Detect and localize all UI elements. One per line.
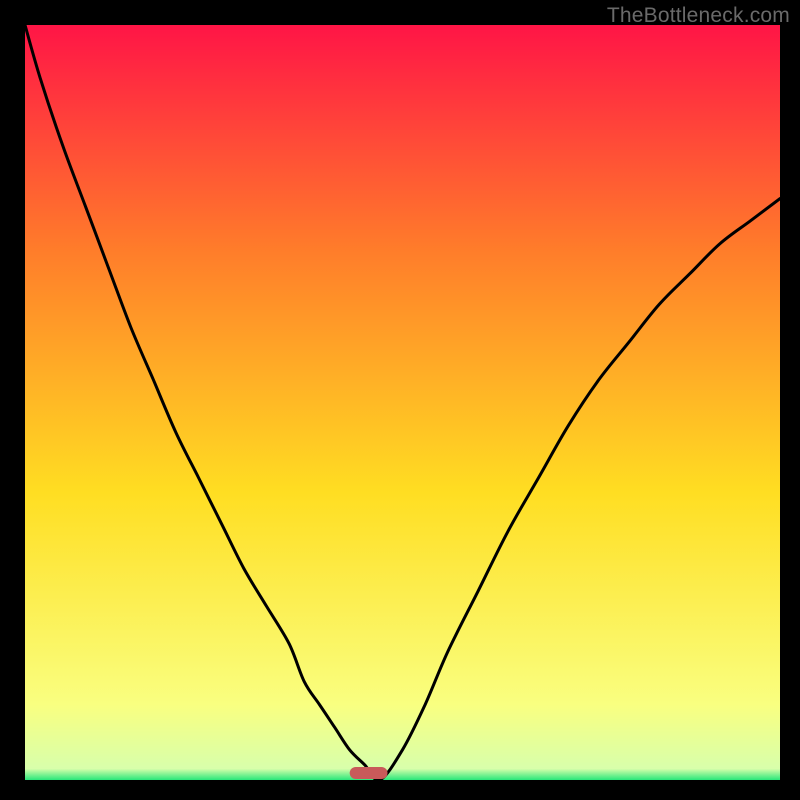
plot-svg bbox=[25, 25, 780, 780]
watermark-text: TheBottleneck.com bbox=[607, 4, 790, 28]
chart-frame: TheBottleneck.com bbox=[0, 0, 800, 800]
gradient-background bbox=[25, 25, 780, 780]
plot-area bbox=[25, 25, 780, 780]
minimum-marker bbox=[350, 767, 388, 779]
